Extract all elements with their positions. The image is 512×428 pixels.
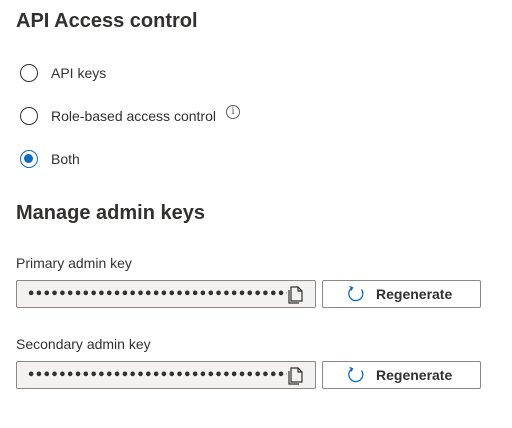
primary-admin-key-value: •••••••••••••••••••••••••••••••••••••• (27, 286, 287, 302)
primary-admin-key-label: Primary admin key (16, 255, 132, 271)
radio-option-api-keys[interactable]: API keys (20, 61, 106, 85)
radio-button[interactable] (20, 107, 38, 125)
radio-option-role-based-access-control[interactable]: Role-based access control i (20, 104, 240, 128)
secondary-admin-key-value: •••••••••••••••••••••••••••••••••••••• (27, 367, 287, 383)
regenerate-secondary-key-button[interactable]: Regenerate (322, 361, 481, 389)
copy-icon[interactable] (287, 365, 307, 385)
radio-option-both[interactable]: Both (20, 147, 80, 171)
primary-admin-key-field[interactable]: •••••••••••••••••••••••••••••••••••••• (16, 280, 316, 308)
radio-button[interactable] (20, 64, 38, 82)
regenerate-button-label: Regenerate (376, 367, 453, 383)
copy-icon[interactable] (287, 284, 307, 304)
info-icon[interactable]: i (225, 105, 240, 119)
regenerate-primary-key-button[interactable]: Regenerate (322, 280, 481, 308)
manage-admin-keys-title: Manage admin keys (16, 202, 205, 224)
regenerate-button-label: Regenerate (376, 286, 453, 302)
refresh-icon (348, 285, 364, 302)
api-access-title: API Access control (16, 10, 198, 32)
radio-label: Both (51, 151, 80, 167)
secondary-admin-key-label: Secondary admin key (16, 336, 151, 352)
radio-button-selected[interactable] (20, 150, 38, 168)
radio-label: Role-based access control (51, 108, 216, 124)
radio-label: API keys (51, 65, 107, 81)
secondary-admin-key-field[interactable]: •••••••••••••••••••••••••••••••••••••• (16, 361, 316, 389)
refresh-icon (348, 366, 364, 383)
